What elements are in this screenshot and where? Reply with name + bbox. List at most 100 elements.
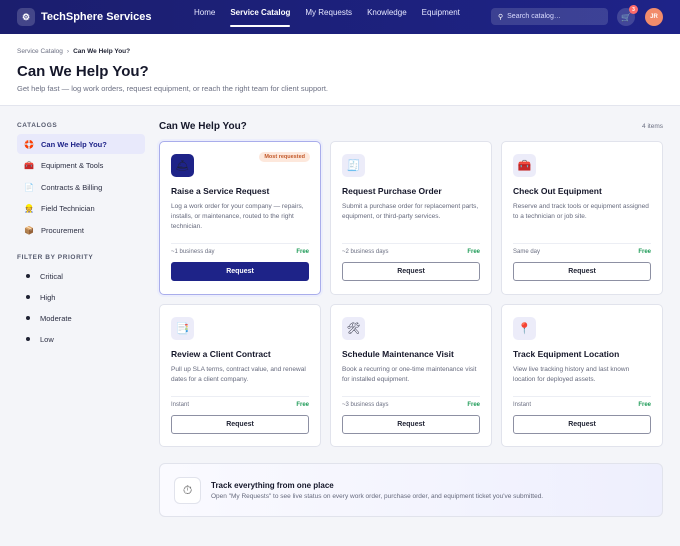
price-label: Free	[296, 402, 309, 408]
receipt-icon: 🧾	[342, 154, 365, 177]
sidebar-item-label: Field Technician	[41, 204, 95, 213]
priority-label: Low	[40, 334, 54, 344]
catalog-card-client-contract[interactable]: 📑 Review a Client Contract Pull up SLA t…	[159, 304, 321, 447]
priority-low[interactable]: Low	[17, 329, 152, 349]
sidebar-item-label: Equipment & Tools	[41, 161, 104, 170]
item-count: 4 items	[642, 123, 663, 130]
request-button[interactable]: Request	[171, 262, 309, 281]
catalog-card-maintenance-visit[interactable]: 🛠 Schedule Maintenance Visit Book a recu…	[330, 304, 492, 447]
card-description: View live tracking history and last know…	[513, 366, 630, 383]
card-meta: Instant Free	[171, 396, 309, 408]
card-title: Check Out Equipment	[513, 186, 602, 196]
breadcrumb-current: Can We Help You?	[73, 48, 131, 55]
most-requested-badge: Most requested	[259, 152, 310, 162]
brand[interactable]: ⚙ TechSphere Services	[17, 8, 151, 26]
banner-title: Track everything from one place	[211, 480, 334, 490]
sidebar-item-field-technician[interactable]: 👷 Field Technician	[17, 199, 145, 219]
search-input[interactable]: ⚲ Search catalog…	[491, 8, 608, 25]
card-description: Book a recurring or one-time maintenance…	[342, 366, 477, 383]
card-meta: ~2 business days Free	[342, 243, 480, 255]
priority-moderate[interactable]: Moderate	[17, 308, 152, 328]
package-icon: 📦	[24, 225, 34, 235]
sidebar-item-procurement[interactable]: 📦 Procurement	[17, 220, 145, 240]
request-button[interactable]: Request	[171, 415, 309, 434]
search-placeholder: Search catalog…	[507, 13, 561, 20]
request-button[interactable]: Request	[513, 262, 651, 281]
bell-icon: 🛎	[171, 154, 194, 177]
catalog-grid: 🛎 Most requested Raise a Service Request…	[159, 141, 663, 447]
card-meta: ~3 business days Free	[342, 396, 480, 408]
card-description: Submit a purchase order for replacement …	[342, 203, 479, 220]
request-button[interactable]: Request	[513, 415, 651, 434]
priority-critical[interactable]: Critical	[17, 266, 152, 286]
sidebar-item-label: Contracts & Billing	[41, 182, 103, 192]
nav-home[interactable]: Home	[194, 0, 215, 34]
request-button[interactable]: Request	[342, 415, 480, 434]
sidebar: CATALOGS 🛟 Can We Help You? 🧰 Equipment …	[0, 106, 152, 517]
avatar[interactable]: JR	[645, 8, 663, 26]
bullet-icon	[26, 295, 30, 299]
priority-label: Critical	[40, 271, 63, 281]
document-icon: 📄	[24, 182, 34, 192]
search-icon: ⚲	[498, 13, 504, 21]
turnaround-time: ~1 business day	[171, 249, 215, 255]
price-label: Free	[638, 402, 651, 408]
turnaround-time: Instant	[171, 402, 190, 408]
page-subtitle: Get help fast — log work orders, request…	[17, 84, 328, 93]
breadcrumb: Service Catalog › Can We Help You?	[17, 48, 663, 55]
card-meta: Instant Free	[513, 396, 651, 408]
card-description: Reserve and track tools or equipment ass…	[513, 203, 649, 220]
request-button[interactable]: Request	[342, 262, 480, 281]
catalog-main: Can We Help You? 4 items 🛎 Most requeste…	[152, 106, 663, 517]
catalog-card-track-equipment[interactable]: 📍 Track Equipment Location View live tra…	[501, 304, 663, 447]
sidebar-item-can-we-help[interactable]: 🛟 Can We Help You?	[17, 134, 145, 154]
location-pin-icon: 📍	[513, 317, 536, 340]
nav-my-requests[interactable]: My Requests	[305, 0, 352, 34]
catalog-card-check-out-equipment[interactable]: 🧰 Check Out Equipment Reserve and track …	[501, 141, 663, 295]
priority-filter-heading: FILTER BY PRIORITY	[17, 254, 94, 261]
top-nav-bar: ⚙ TechSphere Services Home Service Catal…	[0, 0, 680, 34]
cart-button[interactable]: 🛒 3	[617, 5, 638, 26]
contract-icon: 📑	[171, 317, 194, 340]
bullet-icon	[26, 274, 30, 278]
priority-label: Moderate	[40, 313, 72, 323]
price-label: Free	[467, 402, 480, 408]
card-meta: Same day Free	[513, 243, 651, 255]
brand-name: TechSphere Services	[41, 11, 152, 23]
technician-icon: 👷	[24, 204, 34, 213]
card-title: Track Equipment Location	[513, 349, 620, 359]
section-title: Can We Help You?	[159, 121, 247, 132]
nav-knowledge[interactable]: Knowledge	[367, 0, 407, 34]
main-nav: Home Service Catalog My Requests Knowled…	[194, 0, 460, 34]
banner-text: Open "My Requests" to see live status on…	[211, 492, 544, 500]
breadcrumb-parent[interactable]: Service Catalog	[17, 48, 63, 55]
card-title: Raise a Service Request	[171, 186, 270, 196]
card-meta: ~1 business day Free	[171, 243, 309, 255]
section-header: Can We Help You? 4 items	[159, 121, 663, 132]
sidebar-item-label: Procurement	[41, 225, 84, 235]
price-label: Free	[296, 249, 309, 255]
toolbox-icon: 🧰	[24, 161, 34, 170]
price-label: Free	[467, 249, 480, 255]
turnaround-time: ~3 business days	[342, 402, 389, 408]
card-description: Log a work order for your company — repa…	[171, 203, 304, 230]
sidebar-item-contracts-billing[interactable]: 📄 Contracts & Billing	[17, 177, 145, 197]
card-title: Review a Client Contract	[171, 349, 271, 359]
catalogs-heading: CATALOGS	[17, 122, 58, 129]
bullet-icon	[26, 337, 30, 341]
turnaround-time: Same day	[513, 249, 541, 255]
catalog-card-purchase-order[interactable]: 🧾 Request Purchase Order Submit a purcha…	[330, 141, 492, 295]
sidebar-item-equipment-tools[interactable]: 🧰 Equipment & Tools	[17, 156, 145, 176]
nav-equipment[interactable]: Equipment	[422, 0, 460, 34]
cart-count-badge: 3	[629, 5, 638, 14]
card-title: Schedule Maintenance Visit	[342, 349, 454, 359]
page-header: Service Catalog › Can We Help You? Can W…	[0, 34, 680, 106]
breadcrumb-separator: ›	[66, 48, 70, 55]
catalog-card-service-request[interactable]: 🛎 Most requested Raise a Service Request…	[159, 141, 321, 295]
priority-high[interactable]: High	[17, 287, 152, 307]
nav-service-catalog[interactable]: Service Catalog	[230, 0, 291, 34]
track-everything-banner[interactable]: ⏱ Track everything from one place Open "…	[159, 463, 663, 517]
stopwatch-icon: ⏱	[174, 476, 201, 504]
priority-label: High	[40, 292, 56, 302]
card-title: Request Purchase Order	[342, 186, 442, 196]
